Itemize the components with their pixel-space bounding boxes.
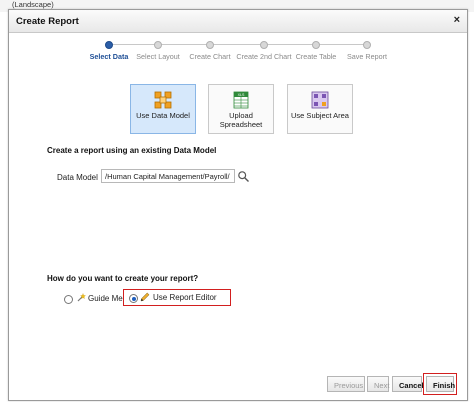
data-model-icon [154,91,172,109]
create-report-dialog: Create Report × Select Data Select Layou… [8,9,468,401]
tile-label: Upload Spreadsheet [219,111,263,129]
spreadsheet-icon: XLS [233,91,249,109]
step-label: Save Report [347,52,387,61]
pencil-icon [140,292,150,302]
step-dot [206,41,214,49]
report-editor-label: Use Report Editor [153,293,217,302]
finish-highlight [423,373,457,395]
spreadsheet-icon-text: XLS [238,93,245,97]
wand-icon [77,293,86,302]
step-label: Create Table [295,52,337,61]
create-section-title: How do you want to create your report? [47,274,199,283]
subject-area-icon [311,91,329,109]
step-dot [363,41,371,49]
step-dot [312,41,320,49]
data-model-label: Data Model [57,173,98,182]
step-label: Create Chart [189,52,231,61]
step-dot [154,41,162,49]
cancel-button[interactable]: Cancel [392,376,424,392]
step-dot [105,41,113,49]
tile-label: Use Subject Area [291,111,349,120]
dialog-titlebar: Create Report × [9,10,467,33]
use-data-model-tile[interactable]: Use Data Model [130,84,196,134]
upload-spreadsheet-tile[interactable]: XLS Upload Spreadsheet [208,84,274,134]
data-model-field[interactable]: /Human Capital Management/Payroll/ [101,169,235,183]
step-create-2nd-chart[interactable]: Create 2nd Chart [234,40,294,61]
tile-label: Use Data Model [136,111,190,120]
step-create-chart[interactable]: Create Chart [180,40,240,61]
step-label: Create 2nd Chart [236,52,292,61]
close-icon[interactable]: × [454,14,460,26]
use-subject-area-tile[interactable]: Use Subject Area [287,84,353,134]
background-text: (Landscape) [12,0,54,9]
guide-me-label: Guide Me [88,294,123,303]
step-train: Select Data Select Layout Create Chart C… [79,40,399,66]
dialog-title: Create Report [16,16,79,27]
step-dot [260,41,268,49]
step-save-report[interactable]: Save Report [337,40,397,61]
report-editor-radio[interactable] [129,294,138,303]
next-button[interactable]: Next [367,376,389,392]
guide-me-radio[interactable] [64,295,73,304]
magnifier-icon[interactable] [237,170,250,183]
step-select-layout[interactable]: Select Layout [128,40,188,61]
step-label: Select Layout [136,52,180,61]
step-label: Select Data [89,52,129,61]
data-model-section-title: Create a report using an existing Data M… [47,146,217,155]
previous-button[interactable]: Previous [327,376,365,392]
